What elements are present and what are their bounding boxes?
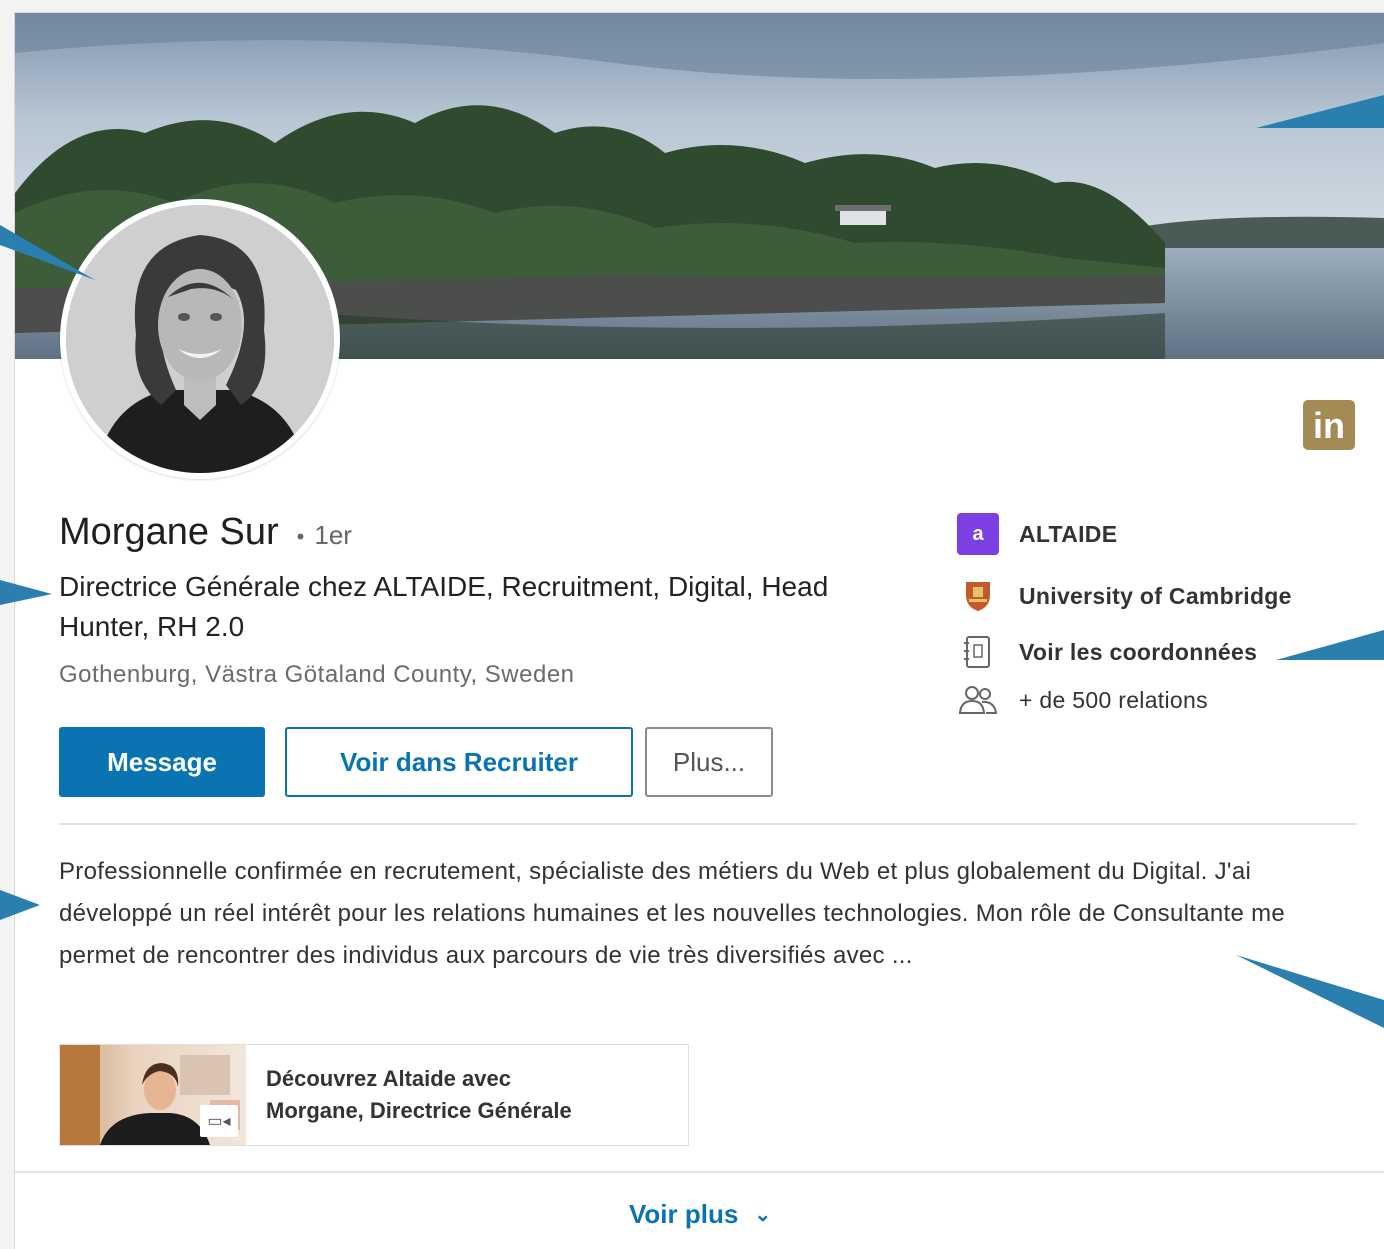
people-icon xyxy=(957,679,999,721)
see-more-label: Voir plus xyxy=(629,1199,739,1229)
altaide-logo-icon: a xyxy=(957,513,999,555)
linkedin-logo-icon: in xyxy=(1303,400,1355,450)
see-more-button[interactable]: Voir plus ⌄ xyxy=(629,1199,771,1230)
featured-video-title-line1: Découvrez Altaide avec xyxy=(266,1066,511,1091)
connections-count: + de 500 relations xyxy=(1019,686,1208,713)
profile-headline: Directrice Générale chez ALTAIDE, Recrui… xyxy=(59,571,829,642)
about-summary: Professionnelle confirmée en recrutement… xyxy=(59,858,1286,969)
contact-card-icon xyxy=(957,631,999,673)
profile-location: Gothenburg, Västra Götaland County, Swed… xyxy=(59,661,575,688)
contact-info-link[interactable]: Voir les coordonnées xyxy=(957,631,1257,673)
profile-photo xyxy=(66,205,334,473)
contact-info-label: Voir les coordonnées xyxy=(1019,638,1258,665)
profile-card: in Morgane Sur • 1er Directrice Générale… xyxy=(14,12,1384,1249)
message-button[interactable]: Message xyxy=(59,727,265,797)
more-actions-button[interactable]: Plus... xyxy=(645,727,773,797)
university-name: University of Cambridge xyxy=(1019,582,1292,609)
connections-link[interactable]: + de 500 relations xyxy=(957,679,1208,721)
video-thumbnail: ▭◂ xyxy=(60,1045,246,1145)
connection-degree: 1er xyxy=(314,520,352,550)
education-link[interactable]: University of Cambridge xyxy=(957,575,1292,617)
degree-separator: • xyxy=(296,524,305,549)
view-in-recruiter-button[interactable]: Voir dans Recruiter xyxy=(285,727,633,797)
profile-name-line: Morgane Sur • 1er xyxy=(59,511,352,554)
featured-video-title-line2: Morgane, Directrice Générale xyxy=(266,1098,572,1123)
profile-name: Morgane Sur xyxy=(59,511,279,553)
chevron-down-icon: ⌄ xyxy=(754,1204,772,1226)
featured-video-card[interactable]: ▭◂ Découvrez Altaide avec Morgane, Direc… xyxy=(59,1044,689,1146)
profile-avatar[interactable] xyxy=(60,199,340,479)
footer-divider xyxy=(15,1171,1384,1173)
section-divider xyxy=(59,823,1357,825)
current-company-link[interactable]: a ALTAIDE xyxy=(957,513,1117,555)
university-crest-icon xyxy=(957,575,999,617)
featured-video-title: Découvrez Altaide avec Morgane, Directri… xyxy=(246,1045,572,1145)
video-camera-icon: ▭◂ xyxy=(200,1105,238,1137)
company-name: ALTAIDE xyxy=(1019,520,1118,547)
